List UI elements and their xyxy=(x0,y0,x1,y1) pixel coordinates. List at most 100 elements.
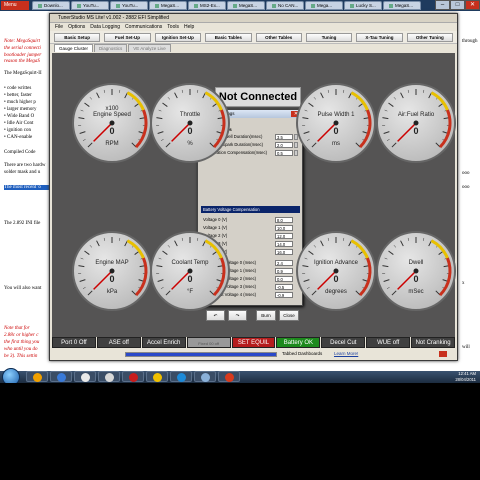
gauge-hub xyxy=(109,268,115,274)
gauge-tick xyxy=(304,257,308,260)
dialog-row-value[interactable]: 0.9 xyxy=(275,267,293,274)
gauge-warnline xyxy=(350,91,369,111)
page-text-line: • code writtes xyxy=(4,86,32,91)
page-text-line: Note: MegaSquirt xyxy=(4,39,40,44)
gauge-warnline xyxy=(430,239,449,259)
gauge-value: 0 xyxy=(333,274,339,284)
browser-tab-label: MS2-Ex... xyxy=(200,3,220,8)
maximize-icon[interactable]: □ xyxy=(450,0,465,10)
dialog-row: Voltage 0 (V) 8.0 xyxy=(201,216,300,223)
app-tab[interactable]: VE Analyze Live xyxy=(128,44,171,52)
dialog-row-value[interactable]: 16.0 xyxy=(275,248,293,255)
app-menu-item[interactable]: Options xyxy=(68,23,85,31)
toolbar-button[interactable]: X-Tau Tuning xyxy=(356,33,403,42)
browser-menu-button[interactable]: Menu xyxy=(1,1,29,10)
app-title-bar: TunerStudio MS Lite! v1.002 - 2882 EFI S… xyxy=(50,14,457,23)
dialog-row-value[interactable]: -0.5 xyxy=(275,283,293,290)
app-menu-item[interactable]: Communications xyxy=(125,23,162,31)
taskbar-app[interactable] xyxy=(146,371,168,382)
page-text-line: The most recent 'o xyxy=(4,185,52,190)
toolbar-button[interactable]: Other Tables xyxy=(255,33,302,42)
browser-tab[interactable]: No CAN... xyxy=(266,1,304,10)
dialog-row-value[interactable]: -0.9 xyxy=(275,291,293,298)
status-indicator: Fixed 00 off xyxy=(186,337,231,348)
browser-tab[interactable]: Mega... xyxy=(305,1,343,10)
browser-tab[interactable]: MegaS... xyxy=(149,1,187,10)
system-clock[interactable]: 12:41 AM 28/04/2011 xyxy=(446,371,476,382)
dialog-row-value[interactable]: 14.0 xyxy=(275,240,293,247)
taskbar-app[interactable] xyxy=(218,371,240,382)
redo-button[interactable]: ↷ xyxy=(228,310,247,321)
gauge-title: Pulse Width 1 xyxy=(317,112,355,118)
taskbar-app[interactable] xyxy=(26,371,48,382)
app-icon xyxy=(105,373,114,382)
toolbar-button[interactable]: Fuel Set-Up xyxy=(104,33,151,42)
gauge-face xyxy=(78,89,148,149)
dialog-row-value[interactable]: 8.0 xyxy=(275,216,293,223)
minimize-icon[interactable]: – xyxy=(435,0,450,10)
dialog-row-value[interactable]: 12.0 xyxy=(275,232,293,239)
undo-button[interactable]: ↶ xyxy=(206,310,225,321)
gauge-value: 0 xyxy=(187,274,193,284)
app-menu-item[interactable]: Help xyxy=(184,23,194,31)
dialog-row-value[interactable]: 0.0 xyxy=(275,275,293,282)
taskbar-app[interactable] xyxy=(122,371,144,382)
toolbar-button[interactable]: Ignition Set-Up xyxy=(154,33,202,42)
taskbar-app[interactable] xyxy=(170,371,192,382)
gauge-tick xyxy=(162,250,168,255)
dialog-row-value[interactable]: 0.5 xyxy=(275,149,293,156)
browser-tab[interactable]: Downlo... xyxy=(32,1,70,10)
gauge-tick xyxy=(388,250,394,255)
page-text-line: • ignition con xyxy=(4,128,32,133)
gauge-face xyxy=(156,237,226,297)
gauge-tick xyxy=(304,109,308,112)
browser-tab[interactable]: YouTu... xyxy=(71,1,109,10)
toolbar-button[interactable]: Other Tuning xyxy=(406,33,453,42)
gauge-tick xyxy=(174,240,178,247)
dialog-row-value[interactable]: 2.0 xyxy=(275,141,293,148)
gauge-tick xyxy=(400,92,404,99)
app-tab[interactable]: Diagnostics xyxy=(94,44,128,52)
taskbar-app[interactable] xyxy=(50,371,72,382)
dialog-row-value[interactable]: 10.0 xyxy=(275,224,293,231)
gauge-tick xyxy=(422,89,425,93)
browser-tabbar: Menu Downlo... YouTu... YouTu... MegaS... MS… xyxy=(0,0,480,11)
browser-tab-label: YouTu... xyxy=(83,3,100,8)
gauge-title: Ignition Advance xyxy=(313,260,359,266)
close-icon[interactable]: ✕ xyxy=(465,0,480,10)
gauge-tick xyxy=(384,257,388,260)
gauge-tick xyxy=(118,237,121,241)
gauge-tick xyxy=(348,240,352,247)
app-menu-item[interactable]: Data Logging xyxy=(90,23,120,31)
browser-tab[interactable]: YouTu... xyxy=(110,1,148,10)
app-menu-item[interactable]: Tools xyxy=(167,23,179,31)
alert-icon xyxy=(439,351,447,357)
gauge-value: 0 xyxy=(413,274,419,284)
taskbar-app[interactable] xyxy=(194,371,216,382)
close-button[interactable]: Close xyxy=(279,310,299,321)
tab-favicon-icon xyxy=(233,3,237,8)
burn-button[interactable]: Burn xyxy=(256,310,276,321)
learn-more-link[interactable]: Learn More! xyxy=(334,351,358,356)
gauge-tick xyxy=(327,237,330,241)
taskbar-app[interactable] xyxy=(74,371,96,382)
progress-fill xyxy=(126,353,276,356)
gauge-title: Dwell xyxy=(408,260,424,266)
dialog-row-value[interactable]: 2.4 xyxy=(275,259,293,266)
toolbar-button[interactable]: Tuning xyxy=(305,33,353,42)
dialog-row-value[interactable]: 3.5 xyxy=(275,133,293,140)
app-menu-item[interactable]: File xyxy=(55,23,63,31)
toolbar-button[interactable]: Basic Setup xyxy=(54,33,101,42)
gauge-warnline xyxy=(430,91,449,111)
gauge-hub xyxy=(187,268,193,274)
browser-tab[interactable]: MegaS... xyxy=(383,1,421,10)
gauge-unit: kPa xyxy=(106,289,118,295)
app-tab[interactable]: Gauge Cluster xyxy=(54,44,94,52)
gauge-rpm: x100 Engine Speed 0 RPM xyxy=(72,83,152,163)
browser-tab[interactable]: Lucky S... xyxy=(344,1,382,10)
browser-tab[interactable]: MS2-Ex... xyxy=(188,1,226,10)
toolbar-button[interactable]: Basic Tables xyxy=(205,33,252,42)
taskbar-app[interactable] xyxy=(98,371,120,382)
gauge-tick xyxy=(386,138,390,141)
browser-tab[interactable]: MegaS... xyxy=(227,1,265,10)
